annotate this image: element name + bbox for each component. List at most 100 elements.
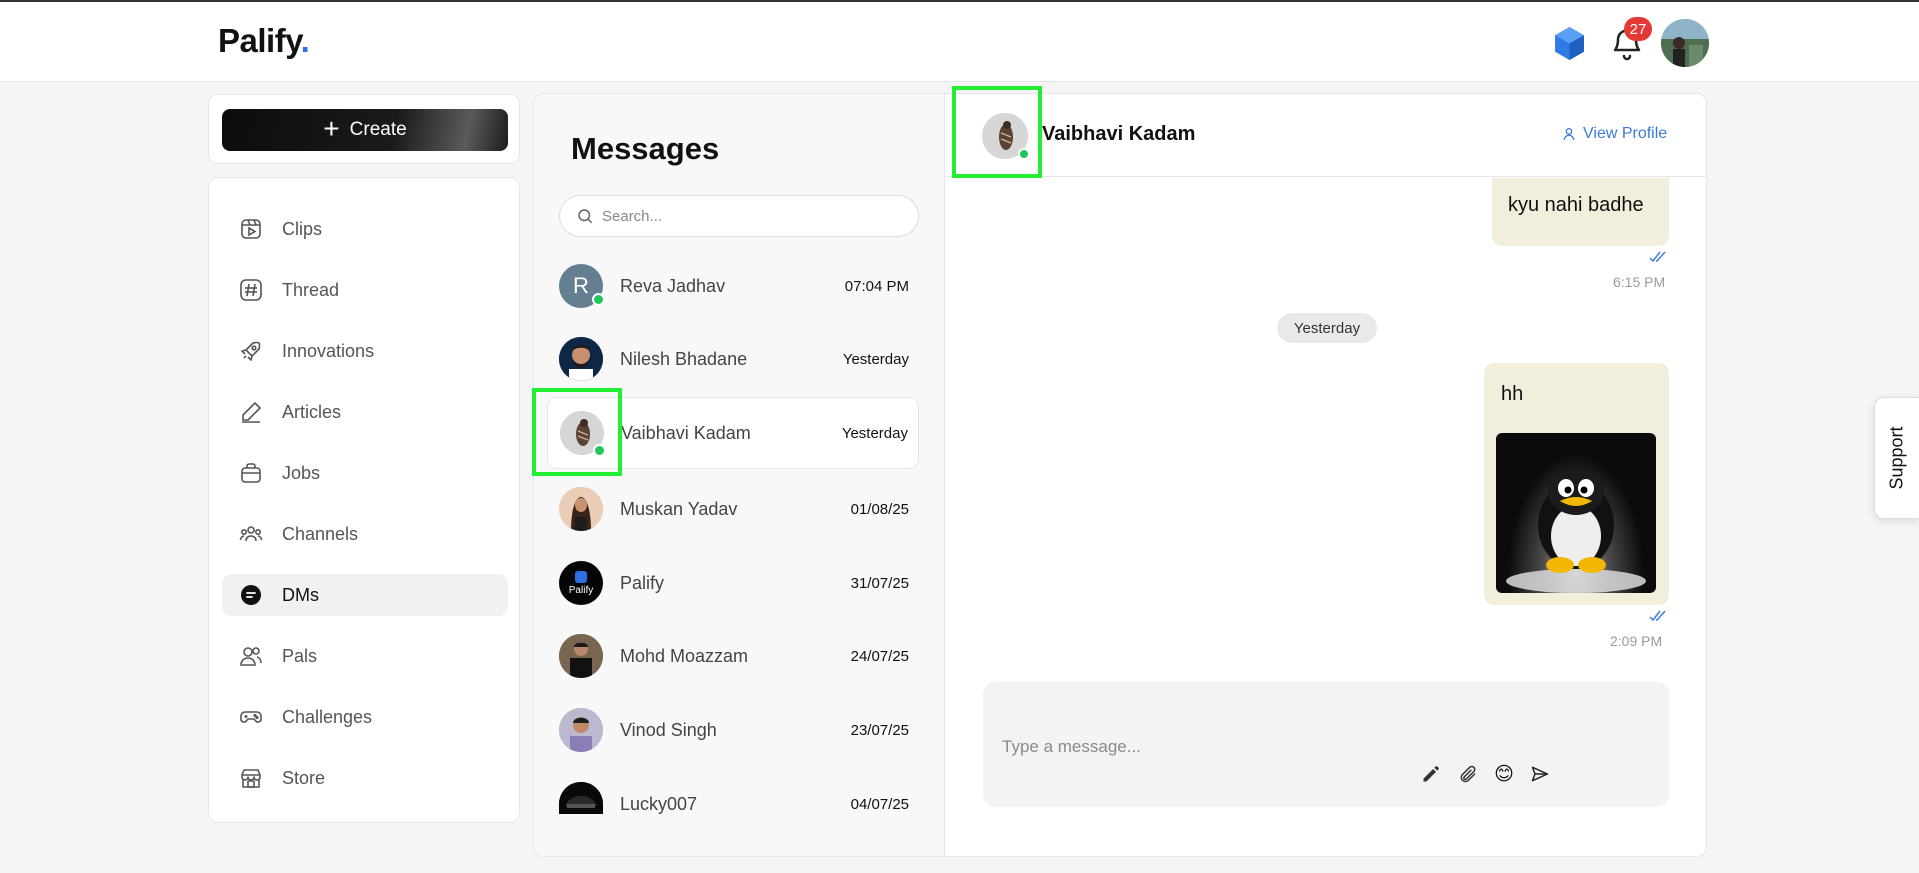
message-bubble-outgoing: hh bbox=[1484, 363, 1669, 605]
hexagon-gem-icon[interactable] bbox=[1553, 26, 1586, 61]
plus-icon: + bbox=[323, 112, 340, 144]
contact-avatar: Palify bbox=[559, 561, 603, 605]
contact-time: Yesterday bbox=[841, 424, 908, 442]
sidebar-item-thread[interactable]: Thread bbox=[222, 269, 508, 311]
sidebar-item-label: Jobs bbox=[282, 462, 321, 483]
message-text: kyu nahi badhe bbox=[1508, 194, 1644, 216]
contact-time: 31/07/25 bbox=[850, 574, 909, 592]
send-icon[interactable] bbox=[1528, 762, 1552, 786]
contact-avatar bbox=[559, 487, 603, 531]
contact-name: Lucky007 bbox=[620, 793, 698, 814]
contact-item-palify[interactable]: Palify Palify 31/07/25 bbox=[547, 547, 919, 619]
contact-name: Reva Jadhav bbox=[620, 275, 726, 296]
sidebar-item-label: Articles bbox=[282, 401, 342, 422]
paperclip-icon[interactable] bbox=[1456, 762, 1480, 786]
avatar-logo-text: Palify bbox=[568, 584, 594, 596]
pen-icon bbox=[238, 399, 264, 425]
sidebar-item-pals[interactable]: Pals bbox=[222, 635, 508, 677]
sidebar-item-clips[interactable]: Clips bbox=[222, 208, 508, 250]
storefront-icon bbox=[238, 765, 264, 791]
contact-time: 01/08/25 bbox=[850, 500, 909, 518]
users-icon bbox=[238, 643, 264, 669]
sidebar-item-jobs[interactable]: Jobs bbox=[222, 452, 508, 494]
message-timestamp: 2:09 PM bbox=[1610, 633, 1663, 649]
sidebar-item-label: DMs bbox=[282, 584, 319, 605]
sidebar-item-label: Challenges bbox=[282, 706, 373, 727]
briefcase-icon bbox=[238, 460, 264, 486]
contact-time: Yesterday bbox=[842, 350, 909, 368]
contact-name: Muskan Yadav bbox=[620, 498, 738, 519]
panel-divider bbox=[944, 94, 945, 856]
message-image-penguin[interactable] bbox=[1496, 433, 1656, 593]
people-group-icon bbox=[238, 521, 264, 547]
create-button-label: Create bbox=[349, 119, 407, 140]
sidebar-item-channels[interactable]: Channels bbox=[222, 513, 508, 555]
sidebar-item-label: Innovations bbox=[282, 340, 375, 361]
contact-name: Nilesh Bhadane bbox=[620, 348, 748, 369]
contact-name: Vaibhavi Kadam bbox=[621, 422, 751, 443]
hashtag-icon bbox=[238, 277, 264, 303]
contact-time: 24/07/25 bbox=[850, 647, 909, 665]
palify-logo-icon bbox=[575, 570, 587, 583]
message-composer: 😊 bbox=[983, 682, 1669, 807]
contact-item-muskan-yadav[interactable]: Muskan Yadav 01/08/25 bbox=[547, 473, 919, 545]
create-card: + Create bbox=[208, 94, 520, 164]
message-timestamp: 6:15 PM bbox=[1613, 274, 1666, 290]
view-profile-link[interactable]: View Profile bbox=[1561, 125, 1667, 143]
sidebar-item-store[interactable]: Store bbox=[222, 757, 508, 799]
user-outline-icon bbox=[1563, 128, 1575, 141]
rocket-icon bbox=[238, 338, 264, 364]
messages-title: Messages bbox=[571, 131, 720, 166]
palify-logo[interactable]: Palify. bbox=[218, 22, 310, 60]
sidebar-item-dms[interactable]: DMs bbox=[222, 574, 508, 616]
sidebar-item-challenges[interactable]: Challenges bbox=[222, 696, 508, 738]
contact-avatar bbox=[559, 337, 603, 381]
pencil-icon[interactable] bbox=[1419, 762, 1443, 786]
gamepad-icon bbox=[238, 704, 264, 730]
avatar-initial: R bbox=[573, 273, 589, 298]
create-button[interactable]: + Create bbox=[222, 109, 508, 151]
double-check-icon bbox=[1649, 251, 1666, 263]
online-status-dot bbox=[592, 293, 605, 306]
user-avatar[interactable] bbox=[1661, 19, 1709, 67]
double-check-icon bbox=[1649, 610, 1666, 622]
sidebar-item-articles[interactable]: Articles bbox=[222, 391, 508, 433]
chat-bubble-icon bbox=[238, 582, 264, 608]
contact-item-lucky007[interactable]: Lucky007 04/07/25 bbox=[547, 768, 919, 840]
sidebar-item-label: Thread bbox=[282, 279, 340, 300]
contact-item-reva-jadhav[interactable]: R Reva Jadhav 07:04 PM bbox=[547, 250, 919, 322]
contact-name: Mohd Moazzam bbox=[620, 645, 749, 666]
support-label: Support bbox=[1886, 426, 1907, 490]
view-profile-label: View Profile bbox=[1583, 125, 1668, 142]
contact-item-mohd-moazzam[interactable]: Mohd Moazzam 24/07/25 bbox=[547, 620, 919, 692]
contact-avatar bbox=[559, 708, 603, 752]
contact-item-vinod-singh[interactable]: Vinod Singh 23/07/25 bbox=[547, 694, 919, 766]
sidebar-item-label: Channels bbox=[282, 523, 359, 544]
contact-time: 07:04 PM bbox=[844, 277, 909, 295]
clips-icon bbox=[238, 216, 264, 242]
chat-online-status-dot bbox=[1018, 148, 1030, 160]
sidebar-item-innovations[interactable]: Innovations bbox=[222, 330, 508, 372]
sidebar-nav: Clips Thread Innovations Articles Jobs C… bbox=[208, 177, 520, 823]
contact-time: 23/07/25 bbox=[850, 721, 909, 739]
chat-contact-name: Vaibhavi Kadam bbox=[1042, 123, 1196, 145]
notification-count-badge: 27 bbox=[1624, 17, 1652, 41]
emoji-icon[interactable]: 😊 bbox=[1492, 762, 1516, 786]
search-bar[interactable] bbox=[559, 195, 919, 237]
sidebar-item-label: Clips bbox=[282, 218, 323, 239]
contact-time: 04/07/25 bbox=[850, 795, 909, 813]
message-input[interactable] bbox=[1002, 732, 1562, 762]
support-tab[interactable]: Support bbox=[1874, 397, 1919, 519]
top-navbar: Palify. 27 bbox=[0, 0, 1919, 82]
logo-text: Palify bbox=[218, 22, 301, 59]
online-status-dot bbox=[593, 444, 606, 457]
contact-item-vaibhavi-kadam[interactable]: Vaibhavi Kadam Yesterday bbox=[547, 397, 919, 469]
day-separator: Yesterday bbox=[1277, 313, 1377, 343]
contact-item-nilesh-bhadane[interactable]: Nilesh Bhadane Yesterday bbox=[547, 323, 919, 395]
chat-header-divider bbox=[945, 176, 1706, 177]
search-input[interactable] bbox=[602, 207, 902, 225]
contact-avatar bbox=[559, 634, 603, 678]
contact-name: Vinod Singh bbox=[620, 719, 717, 740]
logo-dot: . bbox=[300, 22, 310, 59]
contact-name: Palify bbox=[620, 572, 665, 593]
